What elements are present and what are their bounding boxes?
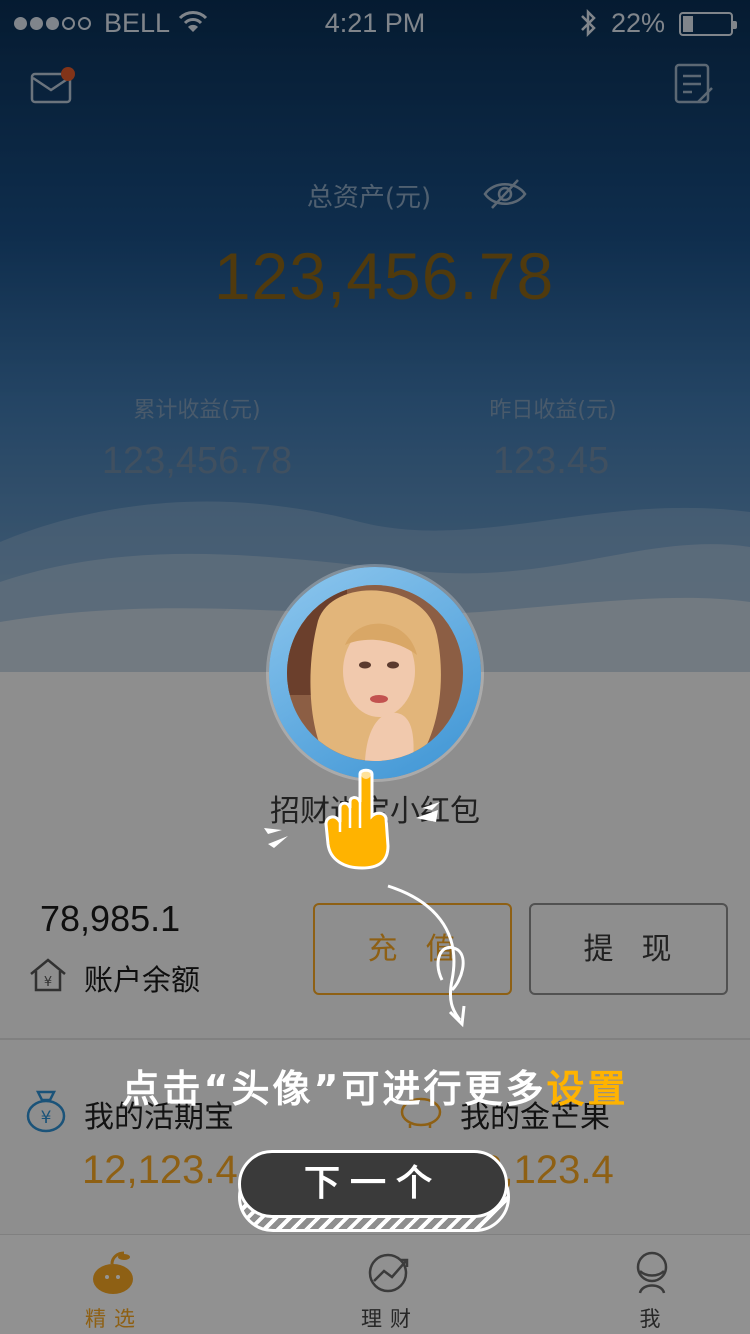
next-button-face: 下一个	[238, 1150, 508, 1218]
next-step-button[interactable]: 下一个	[238, 1150, 510, 1232]
curved-arrow-icon	[387, 884, 466, 1028]
guide-tip-text: 点击“头像”可进行更多	[121, 1067, 547, 1111]
avatar	[287, 585, 463, 761]
app-screen: BELL 4:21 PM 22% 总资产(元) 123,456.78 累计收益(…	[0, 0, 750, 1334]
avatar-button[interactable]	[269, 567, 481, 779]
guide-tip-highlight: 设置	[546, 1067, 629, 1111]
guide-tip: 点击“头像”可进行更多设置	[0, 1058, 750, 1113]
pointing-hand-icon	[324, 768, 390, 870]
tap-spark-right-icon	[416, 802, 440, 822]
next-button-label: 下一个	[303, 1163, 442, 1204]
tap-spark-left-icon	[264, 828, 288, 848]
